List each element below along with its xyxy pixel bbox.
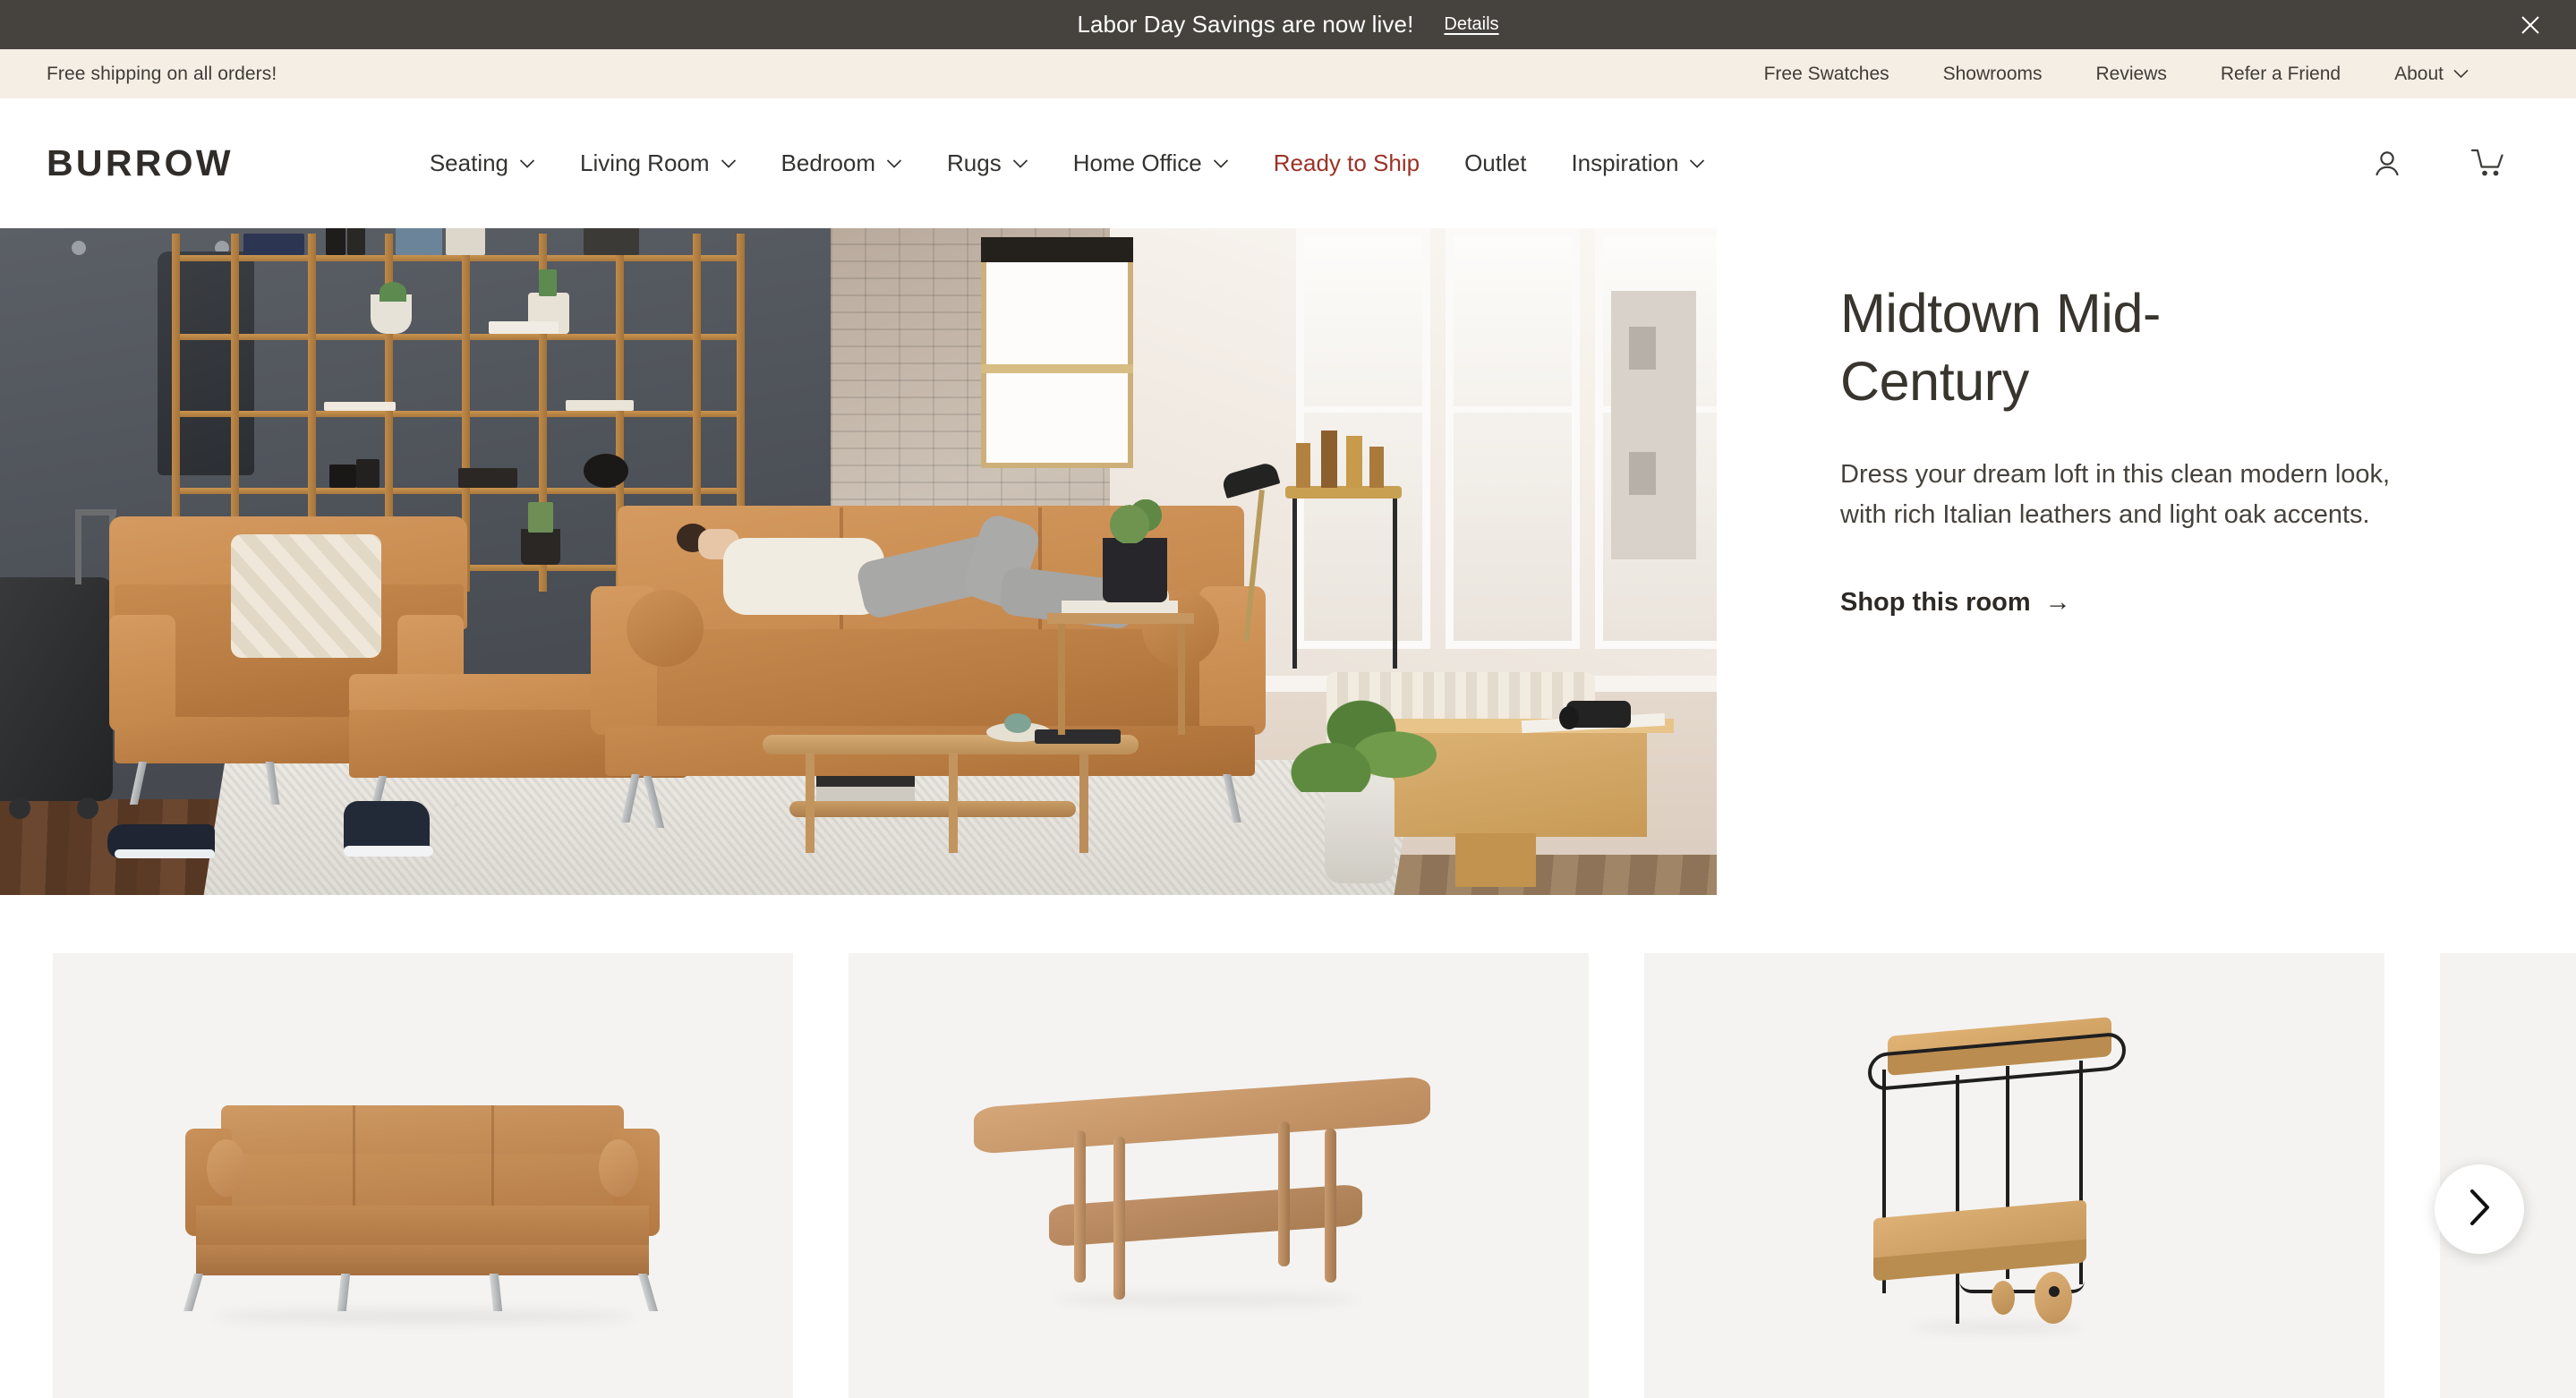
- hero-section: Midtown Mid-Century Dress your dream lof…: [0, 228, 2576, 895]
- utility-link-refer-a-friend[interactable]: Refer a Friend: [2221, 64, 2341, 85]
- announcement-bar: Labor Day Savings are now live! Details: [0, 0, 2576, 49]
- utility-bar: Free shipping on all orders! Free Swatch…: [0, 49, 2576, 98]
- chevron-down-icon: [2453, 69, 2469, 79]
- utility-link-label: Reviews: [2095, 63, 2167, 84]
- shop-this-room-label: Shop this room: [1840, 587, 2031, 617]
- chevron-down-icon: [721, 158, 736, 168]
- burrow-logo[interactable]: BURROW: [47, 142, 234, 184]
- nav-item-outlet[interactable]: Outlet: [1442, 149, 1548, 177]
- arrow-right-icon: →: [2044, 587, 2071, 617]
- chevron-down-icon: [1213, 158, 1228, 168]
- nav-item-bedroom[interactable]: Bedroom: [759, 149, 925, 177]
- nav-item-label: Inspiration: [1571, 149, 1679, 176]
- nav-item-label: Home Office: [1072, 149, 1202, 176]
- carousel-track: [0, 953, 2576, 1398]
- utility-link-reviews[interactable]: Reviews: [2096, 64, 2167, 85]
- nav-item-label: Ready to Ship: [1273, 149, 1420, 176]
- chevron-right-icon: [2464, 1187, 2495, 1232]
- utility-link-label: Free Swatches: [1763, 63, 1889, 84]
- nav-item-label: Bedroom: [780, 149, 876, 176]
- nav-item-ready-to-ship[interactable]: Ready to Ship: [1251, 149, 1442, 177]
- carousel-card-bar-cart[interactable]: [1644, 953, 2384, 1398]
- shopping-cart-icon[interactable]: [2470, 147, 2506, 181]
- utility-link-label: About: [2394, 63, 2444, 84]
- nav-item-label: Living Room: [580, 149, 710, 176]
- chevron-down-icon: [519, 158, 535, 168]
- nav-item-seating[interactable]: Seating: [407, 149, 558, 177]
- hero-description: Dress your dream loft in this clean mode…: [1840, 460, 2391, 530]
- chevron-down-icon: [1012, 158, 1028, 168]
- nav-item-inspiration[interactable]: Inspiration: [1548, 149, 1727, 177]
- close-icon[interactable]: [2517, 12, 2544, 38]
- utility-link-free-swatches[interactable]: Free Swatches: [1764, 64, 1889, 85]
- nav-actions: [2370, 147, 2529, 181]
- utility-link-label: Refer a Friend: [2220, 63, 2341, 84]
- main-navigation: BURROW Seating Living Room Bedroom Rugs …: [0, 98, 2576, 228]
- nav-item-home-office[interactable]: Home Office: [1051, 149, 1251, 177]
- primary-nav-items: Seating Living Room Bedroom Rugs Home Of…: [407, 149, 1728, 177]
- hero-title: Midtown Mid-Century: [1840, 283, 2161, 412]
- free-shipping-text: Free shipping on all orders!: [47, 63, 277, 84]
- hero-copy: Midtown Mid-Century Dress your dream lof…: [1717, 228, 2576, 895]
- nav-item-rugs[interactable]: Rugs: [925, 149, 1051, 177]
- announcement-details-link[interactable]: Details: [1444, 14, 1498, 35]
- chevron-down-icon: [1690, 158, 1705, 168]
- carousel-card-sofa[interactable]: [53, 953, 793, 1398]
- nav-item-label: Outlet: [1464, 149, 1527, 176]
- utility-links: Free Swatches Showrooms Reviews Refer a …: [1764, 64, 2529, 85]
- utility-link-about[interactable]: About: [2394, 64, 2469, 85]
- nav-item-label: Seating: [429, 149, 509, 176]
- account-person-icon[interactable]: [2370, 147, 2404, 181]
- hero-image[interactable]: [0, 228, 1717, 895]
- carousel-card-coffee-table[interactable]: [849, 953, 1589, 1398]
- hero-scene: [0, 228, 1717, 895]
- nav-item-living-room[interactable]: Living Room: [558, 149, 759, 177]
- chevron-down-icon: [886, 158, 902, 168]
- utility-link-showrooms[interactable]: Showrooms: [1943, 64, 2043, 85]
- utility-link-label: Showrooms: [1942, 63, 2043, 84]
- announcement-text: Labor Day Savings are now live!: [1077, 11, 1414, 38]
- carousel-next-button[interactable]: [2435, 1164, 2524, 1254]
- shop-this-room-link[interactable]: Shop this room →: [1840, 588, 2071, 618]
- product-carousel: [0, 895, 2576, 1398]
- nav-item-label: Rugs: [947, 149, 1002, 176]
